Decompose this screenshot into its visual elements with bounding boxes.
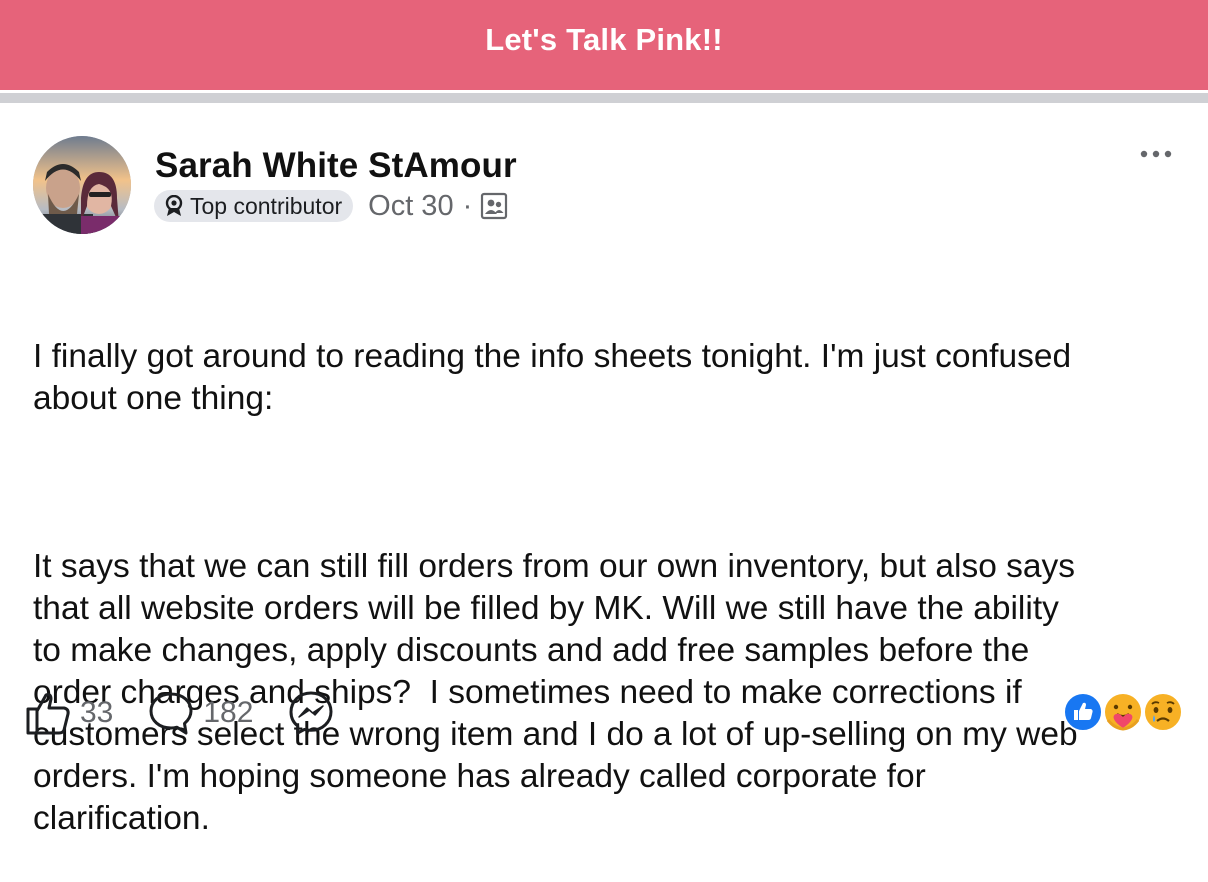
like-reaction-icon bbox=[1063, 692, 1103, 732]
reaction-summary[interactable] bbox=[1062, 688, 1186, 736]
group-header: Let's Talk Pink!! bbox=[0, 0, 1208, 90]
avatar[interactable] bbox=[33, 136, 131, 234]
meta-separator: · bbox=[462, 189, 473, 222]
top-contributor-icon bbox=[164, 195, 184, 217]
comment-button[interactable]: 182 bbox=[147, 689, 253, 737]
more-icon[interactable] bbox=[1138, 144, 1174, 164]
comment-icon bbox=[147, 689, 195, 737]
group-title[interactable]: Let's Talk Pink!! bbox=[485, 22, 723, 58]
post-body: I finally got around to reading the info… bbox=[33, 252, 1183, 882]
comment-count: 182 bbox=[203, 696, 254, 729]
sad-reaction-icon bbox=[1143, 692, 1183, 732]
like-count: 33 bbox=[80, 696, 114, 729]
care-reaction-icon bbox=[1103, 692, 1143, 732]
top-contributor-badge[interactable]: Top contributor bbox=[154, 190, 354, 222]
header-divider bbox=[0, 93, 1208, 103]
messenger-icon bbox=[287, 689, 335, 737]
post-paragraph: I finally got around to reading the info… bbox=[33, 338, 1072, 417]
post-meta: Top contributor Oct 30 · bbox=[154, 188, 508, 224]
post-actions: 33 182 bbox=[24, 688, 369, 738]
badge-label: Top contributor bbox=[190, 192, 343, 219]
post-date[interactable]: Oct 30 bbox=[368, 190, 453, 223]
share-button[interactable] bbox=[287, 689, 335, 737]
author-name[interactable]: Sarah White StAmour bbox=[155, 146, 517, 186]
like-icon bbox=[24, 689, 72, 737]
group-members-icon bbox=[480, 192, 508, 220]
like-button[interactable]: 33 bbox=[24, 689, 113, 737]
